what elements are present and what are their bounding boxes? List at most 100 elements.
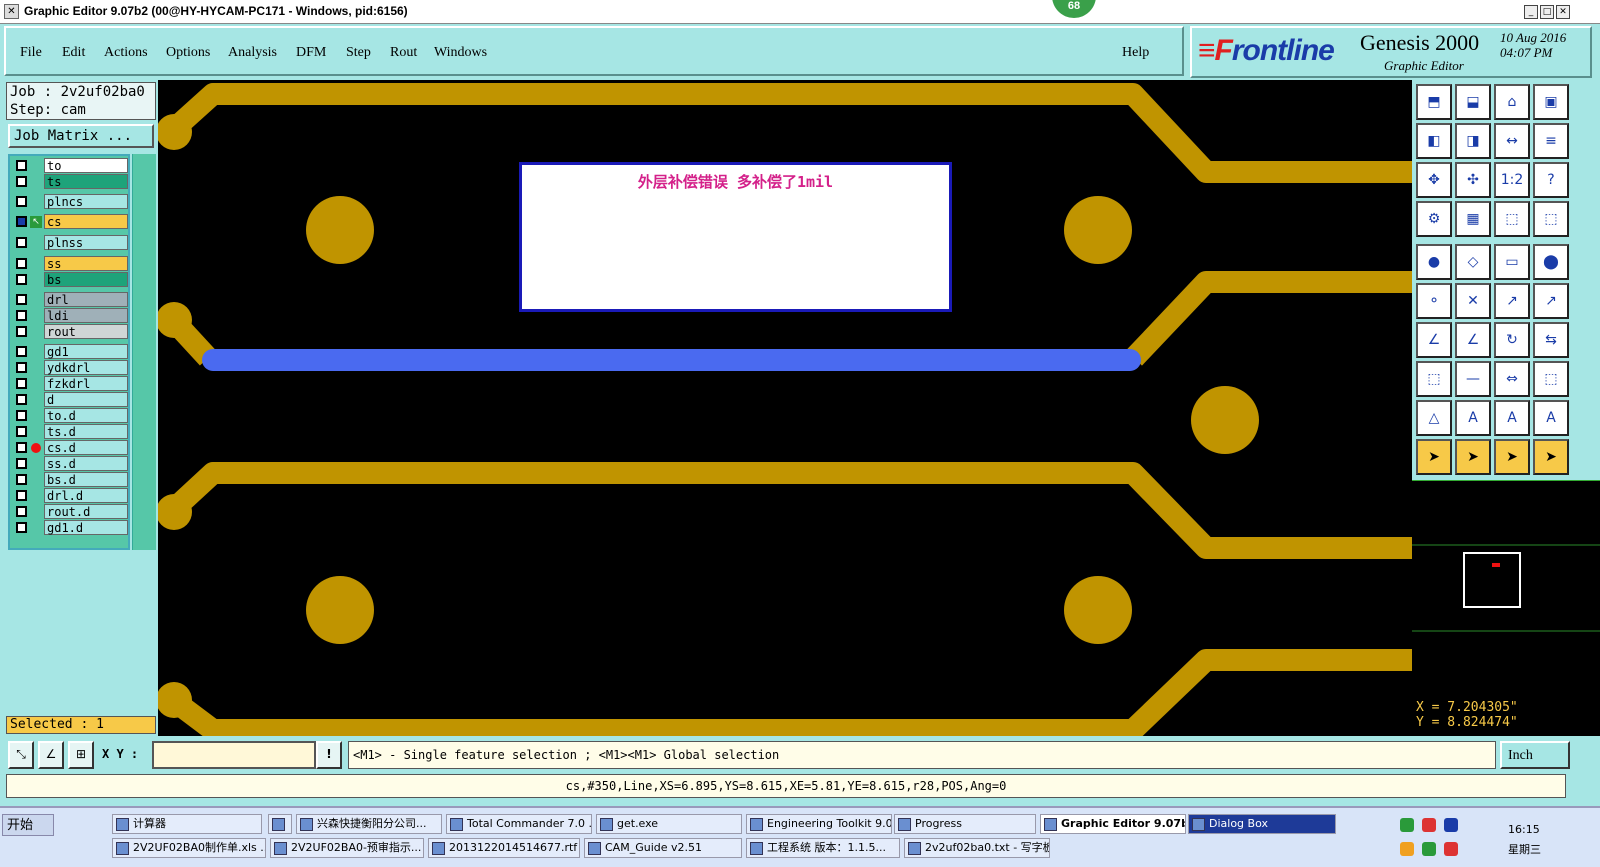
angle-snap-icon[interactable]: ∠ [38, 741, 64, 769]
layer-row-rout-d[interactable]: rout.d [12, 504, 130, 520]
tray-icon[interactable] [1444, 818, 1458, 832]
text-c-icon[interactable]: A [1494, 400, 1530, 436]
ruler-icon[interactable]: ▭ [1494, 244, 1530, 280]
surface-icon[interactable]: ◇ [1455, 244, 1491, 280]
help-icon[interactable]: ? [1533, 162, 1569, 198]
taskbar-item[interactable]: Graphic Editor 9.07b... [1040, 814, 1186, 834]
layer-name[interactable]: rout.d [44, 504, 128, 519]
pointer-icon[interactable]: ➤ [1416, 439, 1452, 475]
next-icon[interactable]: ◨ [1455, 123, 1491, 159]
maximize-button[interactable]: □ [1540, 5, 1554, 19]
overview-map[interactable] [1412, 480, 1600, 698]
grid-snap-icon[interactable]: ⊞ [68, 741, 94, 769]
menu-dfm[interactable]: DFM [296, 45, 326, 61]
select-b-icon[interactable]: ➤ [1494, 439, 1530, 475]
layer-checkbox[interactable] [16, 394, 27, 405]
layer-checkbox[interactable] [16, 196, 27, 207]
circle-icon[interactable]: ⬤ [1533, 244, 1569, 280]
layers-icon[interactable]: ≡ [1533, 123, 1569, 159]
grid-icon[interactable]: ▦ [1455, 201, 1491, 237]
snap-b-icon[interactable]: ⬚ [1533, 201, 1569, 237]
zoom-in-icon[interactable]: ✣ [1455, 162, 1491, 198]
layer-checkbox[interactable] [16, 410, 27, 421]
snap-a-icon[interactable]: ⬚ [1494, 201, 1530, 237]
taskbar-item[interactable]: Engineering Toolkit 9.0... [746, 814, 892, 834]
hint-icon[interactable]: ! [316, 741, 342, 769]
layer-name[interactable]: ts.d [44, 424, 128, 439]
layer-name[interactable]: d [44, 392, 128, 407]
shape-a-icon[interactable]: ⬚ [1416, 361, 1452, 397]
start-button[interactable]: 开始 [2, 814, 54, 836]
layer-row-ss-d[interactable]: ss.d [12, 456, 130, 472]
layer-name[interactable]: gd1 [44, 344, 128, 359]
copy-icon[interactable]: ↗ [1533, 283, 1569, 319]
menu-options[interactable]: Options [166, 45, 210, 61]
layer-checkbox[interactable] [16, 426, 27, 437]
layer-row-bs-d[interactable]: bs.d [12, 472, 130, 488]
zoom-out-icon[interactable]: ✥ [1416, 162, 1452, 198]
taskbar-item[interactable]: Progress [894, 814, 1036, 834]
zoom-window-icon[interactable]: ⤡ [8, 741, 34, 769]
menu-step[interactable]: Step [346, 45, 371, 61]
menu-help[interactable]: Help [1122, 45, 1149, 61]
cross-icon[interactable]: ✕ [1455, 283, 1491, 319]
menu-actions[interactable]: Actions [104, 45, 148, 61]
text-d-icon[interactable]: A [1533, 400, 1569, 436]
layer-checkbox[interactable] [16, 160, 27, 171]
tray-icon[interactable] [1444, 842, 1458, 856]
layer-name[interactable]: ss [44, 256, 128, 271]
layer-row-rout[interactable]: rout [12, 324, 130, 340]
layer-row-to[interactable]: to [12, 158, 130, 174]
select-c-icon[interactable]: ➤ [1533, 439, 1569, 475]
layer-row-cs[interactable]: ↖ cs [12, 214, 130, 230]
layer-checkbox[interactable] [16, 294, 27, 305]
taskbar-item[interactable]: 2v2uf02ba0.txt - 写字板 [904, 838, 1050, 858]
layer-row-drl[interactable]: drl [12, 292, 130, 308]
layer-row-drl-d[interactable]: drl.d [12, 488, 130, 504]
layer-name[interactable]: plncs [44, 194, 128, 209]
pad-icon[interactable]: ● [1416, 244, 1452, 280]
layer-name[interactable]: ydkdrl [44, 360, 128, 375]
layer-checkbox[interactable] [16, 274, 27, 285]
erase-icon[interactable]: ⬓ [1455, 84, 1491, 120]
shape-b-icon[interactable]: ⬚ [1533, 361, 1569, 397]
layer-checkbox[interactable] [16, 258, 27, 269]
layer-name[interactable]: ss.d [44, 456, 128, 471]
tray-icon[interactable] [1400, 818, 1414, 832]
layer-row-bs[interactable]: bs [12, 272, 130, 288]
layer-row-plnss[interactable]: plnss [12, 235, 130, 251]
angle-b-icon[interactable]: ∠ [1455, 322, 1491, 358]
layer-name[interactable]: ldi [44, 308, 128, 323]
taskbar-item[interactable]: 2V2UF02BA0-预审指示... [270, 838, 424, 858]
layer-name[interactable]: rout [44, 324, 128, 339]
taskbar-item[interactable]: 2V2UF02BA0制作单.xls ... [112, 838, 266, 858]
angle-a-icon[interactable]: ∠ [1416, 322, 1452, 358]
layer-name[interactable]: gd1.d [44, 520, 128, 535]
graphic-canvas[interactable]: 外层补偿错误 多补偿了1mil [158, 80, 1412, 736]
layer-row-ss[interactable]: ss [12, 256, 130, 272]
layer-checkbox[interactable] [16, 216, 27, 227]
layer-name[interactable]: cs [44, 214, 128, 229]
layer-name[interactable]: to [44, 158, 128, 173]
layer-checkbox[interactable] [16, 378, 27, 389]
layer-list-scrollbar[interactable] [132, 154, 156, 550]
layer-name[interactable]: cs.d [44, 440, 128, 455]
layer-row-ldi[interactable]: ldi [12, 308, 130, 324]
layer-name[interactable]: ts [44, 174, 128, 189]
layer-row-ts-d[interactable]: ts.d [12, 424, 130, 440]
layer-name[interactable]: bs [44, 272, 128, 287]
menu-file[interactable]: File [20, 45, 42, 61]
scale-icon[interactable]: 1:2 [1494, 162, 1530, 198]
menu-rout[interactable]: Rout [390, 45, 417, 61]
taskbar-item[interactable]: 工程系统 版本：1.1.5... [746, 838, 900, 858]
layer-checkbox[interactable] [16, 474, 27, 485]
settings-icon[interactable]: ⚙ [1416, 201, 1452, 237]
zoom-fit-icon[interactable]: ▣ [1533, 84, 1569, 120]
taskbar-item[interactable]: Total Commander 7.0 ... [446, 814, 592, 834]
rotate-icon[interactable]: ↻ [1494, 322, 1530, 358]
layer-checkbox[interactable] [16, 346, 27, 357]
layer-name[interactable]: fzkdrl [44, 376, 128, 391]
layer-row-d[interactable]: d [12, 392, 130, 408]
layer-row-to-d[interactable]: to.d [12, 408, 130, 424]
layer-name[interactable]: plnss [44, 235, 128, 250]
